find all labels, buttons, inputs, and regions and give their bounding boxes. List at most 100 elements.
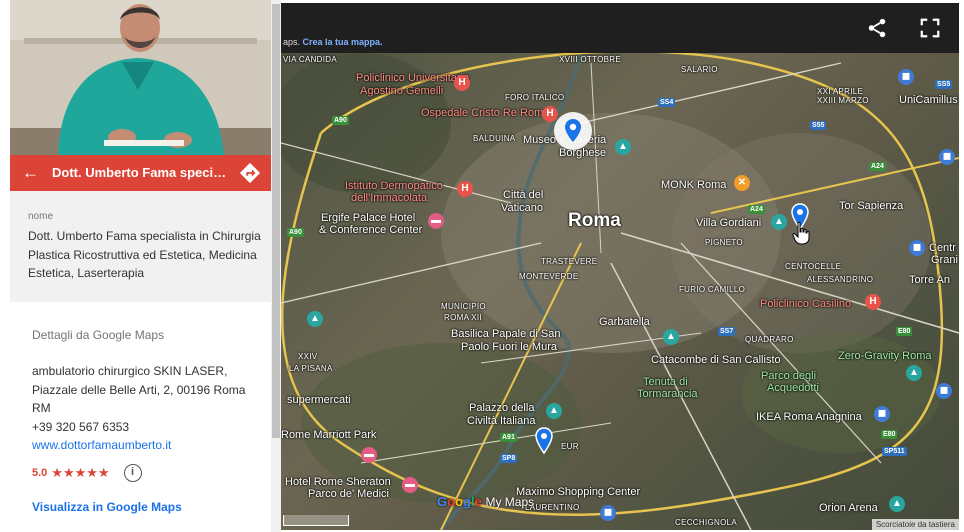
name-value: Dott. Umberto Fama specialista in Chirur… <box>28 229 261 280</box>
map-label: Orion Arena <box>819 502 878 514</box>
map-label: ROMA XII <box>444 313 482 322</box>
map-label: SALARIO <box>681 65 718 74</box>
map-label: Centr <box>929 242 956 254</box>
map-label: Parco de' Medici <box>308 488 389 500</box>
place-header: ← Dott. Umberto Fama specialist… <box>10 155 271 191</box>
website-link[interactable]: www.dottorfamaumberto.it <box>32 436 267 455</box>
map-label: Maximo Shopping Center <box>516 486 641 498</box>
road-shield: SP511 <box>882 447 907 456</box>
keyboard-shortcuts-link[interactable]: Scorciatoie da tastiera <box>871 519 959 530</box>
map-label: EUR <box>561 442 579 451</box>
logo-letter: o <box>447 494 456 509</box>
details-section: Dettagli da Google Maps ambulatorio chir… <box>32 328 267 455</box>
map-label: Hotel Rome Sheraton <box>285 476 391 488</box>
screen: aps. Crea la tua mappa. VIA CANDIDA Poli… <box>0 0 964 532</box>
map-label: CECCHIGNOLA <box>675 518 737 527</box>
map-label: PIGNETO <box>705 238 743 247</box>
map-label: Acquedotti <box>767 382 819 394</box>
shop-icon[interactable]: ◼ <box>898 69 914 85</box>
road-shield: A91 <box>500 433 517 442</box>
map-label: Torre An <box>909 274 950 286</box>
shop-icon[interactable]: ◼ <box>936 383 952 399</box>
map-label: Rome Marriott Park <box>281 429 377 441</box>
city-label: Roma <box>568 210 621 231</box>
address-line: ambulatorio chirurgico SKIN LASER, <box>32 364 228 378</box>
road-shield: SS4 <box>658 98 676 107</box>
map-label: Parco degli <box>761 370 817 382</box>
hospital-icon[interactable]: H <box>865 294 881 310</box>
place-panel: ← Dott. Umberto Fama specialist… nome Do… <box>10 0 271 532</box>
share-icon[interactable] <box>866 17 888 39</box>
road-shield: SS5 <box>935 80 953 89</box>
map-label: Paolo Fuori le Mura <box>461 341 557 353</box>
shop-icon[interactable]: ◼ <box>939 149 955 165</box>
map-label: VIA CANDIDA <box>283 55 337 64</box>
rating: 5.0 ★★★★★ i <box>32 464 142 482</box>
panel-scrollbar[interactable] <box>271 0 281 532</box>
museum-icon[interactable]: ▲ <box>546 403 562 419</box>
road-shield: A24 <box>869 162 886 171</box>
rating-stars: ★★★★★ <box>51 465 110 480</box>
map-label: Tor Sapienza <box>839 200 904 212</box>
map-label: Tormarancia <box>637 388 698 400</box>
map-label: QUADRARO <box>745 335 794 344</box>
map-label: Zero-Gravity Roma <box>838 350 932 362</box>
map-label: XXIV <box>298 352 318 361</box>
museum-icon[interactable]: ▲ <box>771 214 787 230</box>
road-shield: SS7 <box>718 327 736 336</box>
logo-letter: e <box>474 494 482 509</box>
back-arrow-icon[interactable]: ← <box>22 163 39 183</box>
shop-icon[interactable]: ◼ <box>600 505 616 521</box>
road-shield: E80 <box>881 430 898 439</box>
selected-location-pin[interactable] <box>553 111 593 156</box>
map-label: CENTOCELLE <box>785 262 842 271</box>
museum-icon[interactable]: ▲ <box>307 311 323 327</box>
logo-letter: o <box>455 494 464 509</box>
restaurant-icon[interactable]: ✕ <box>734 175 750 191</box>
name-label: nome <box>28 211 54 222</box>
directions-icon[interactable] <box>239 162 261 184</box>
map-label: XVIII OTTOBRE <box>559 55 621 64</box>
map-label: MONTEVERDE <box>519 272 579 281</box>
shop-icon[interactable]: ◼ <box>874 406 890 422</box>
location-pin[interactable] <box>534 427 554 460</box>
museum-icon[interactable]: ▲ <box>889 496 905 512</box>
road-shield: E80 <box>896 327 913 336</box>
map-canvas[interactable]: aps. Crea la tua mappa. VIA CANDIDA Poli… <box>281 3 959 530</box>
map-label: MUNICIPIO <box>441 302 486 311</box>
map-label: Civiltà Italiana <box>467 415 536 427</box>
view-in-google-maps-link[interactable]: Visualizza in Google Maps <box>32 500 182 514</box>
map-label: MONK Roma <box>661 179 727 191</box>
credit-prefix: aps. <box>283 37 301 47</box>
museum-icon[interactable]: ▲ <box>615 139 631 155</box>
address-line: Piazzale delle Belle Arti, 2, 00196 Roma <box>32 382 246 397</box>
road-shield: S55 <box>810 121 827 130</box>
museum-icon[interactable]: ▲ <box>906 365 922 381</box>
map-label: Istituto Dermopatico <box>345 180 443 192</box>
place-photo[interactable] <box>10 0 271 155</box>
hotel-icon[interactable]: ▬ <box>402 477 418 493</box>
hotel-icon[interactable]: ▬ <box>361 447 377 463</box>
rating-value: 5.0 <box>32 467 48 479</box>
create-map-link[interactable]: Crea la tua mappa. <box>303 37 383 47</box>
hotel-icon[interactable]: ▬ <box>428 213 444 229</box>
museum-icon[interactable]: ▲ <box>663 329 679 345</box>
map-label: XXIII MARZO <box>817 96 869 105</box>
address-line: RM <box>32 401 51 415</box>
map-label: Policlinico Casilino <box>760 298 852 310</box>
map-label: LA PISANA <box>289 364 333 373</box>
fullscreen-icon[interactable] <box>919 17 941 39</box>
hospital-icon[interactable]: H <box>457 181 473 197</box>
map-label: Città del <box>503 189 544 201</box>
map-scale <box>283 515 349 526</box>
map-label: Tenuta di <box>643 376 688 388</box>
road-shield: A24 <box>748 205 765 214</box>
hospital-icon[interactable]: H <box>454 75 470 91</box>
map-toolbar: aps. Crea la tua mappa. <box>281 3 959 53</box>
scrollbar-thumb[interactable] <box>272 4 280 438</box>
map-label: dell'Immacolata <box>351 192 428 204</box>
info-icon[interactable]: i <box>123 464 142 482</box>
logo-letter: g <box>463 494 471 509</box>
map-label: UniCamillus <box>899 94 958 106</box>
shop-icon[interactable]: ◼ <box>909 240 925 256</box>
